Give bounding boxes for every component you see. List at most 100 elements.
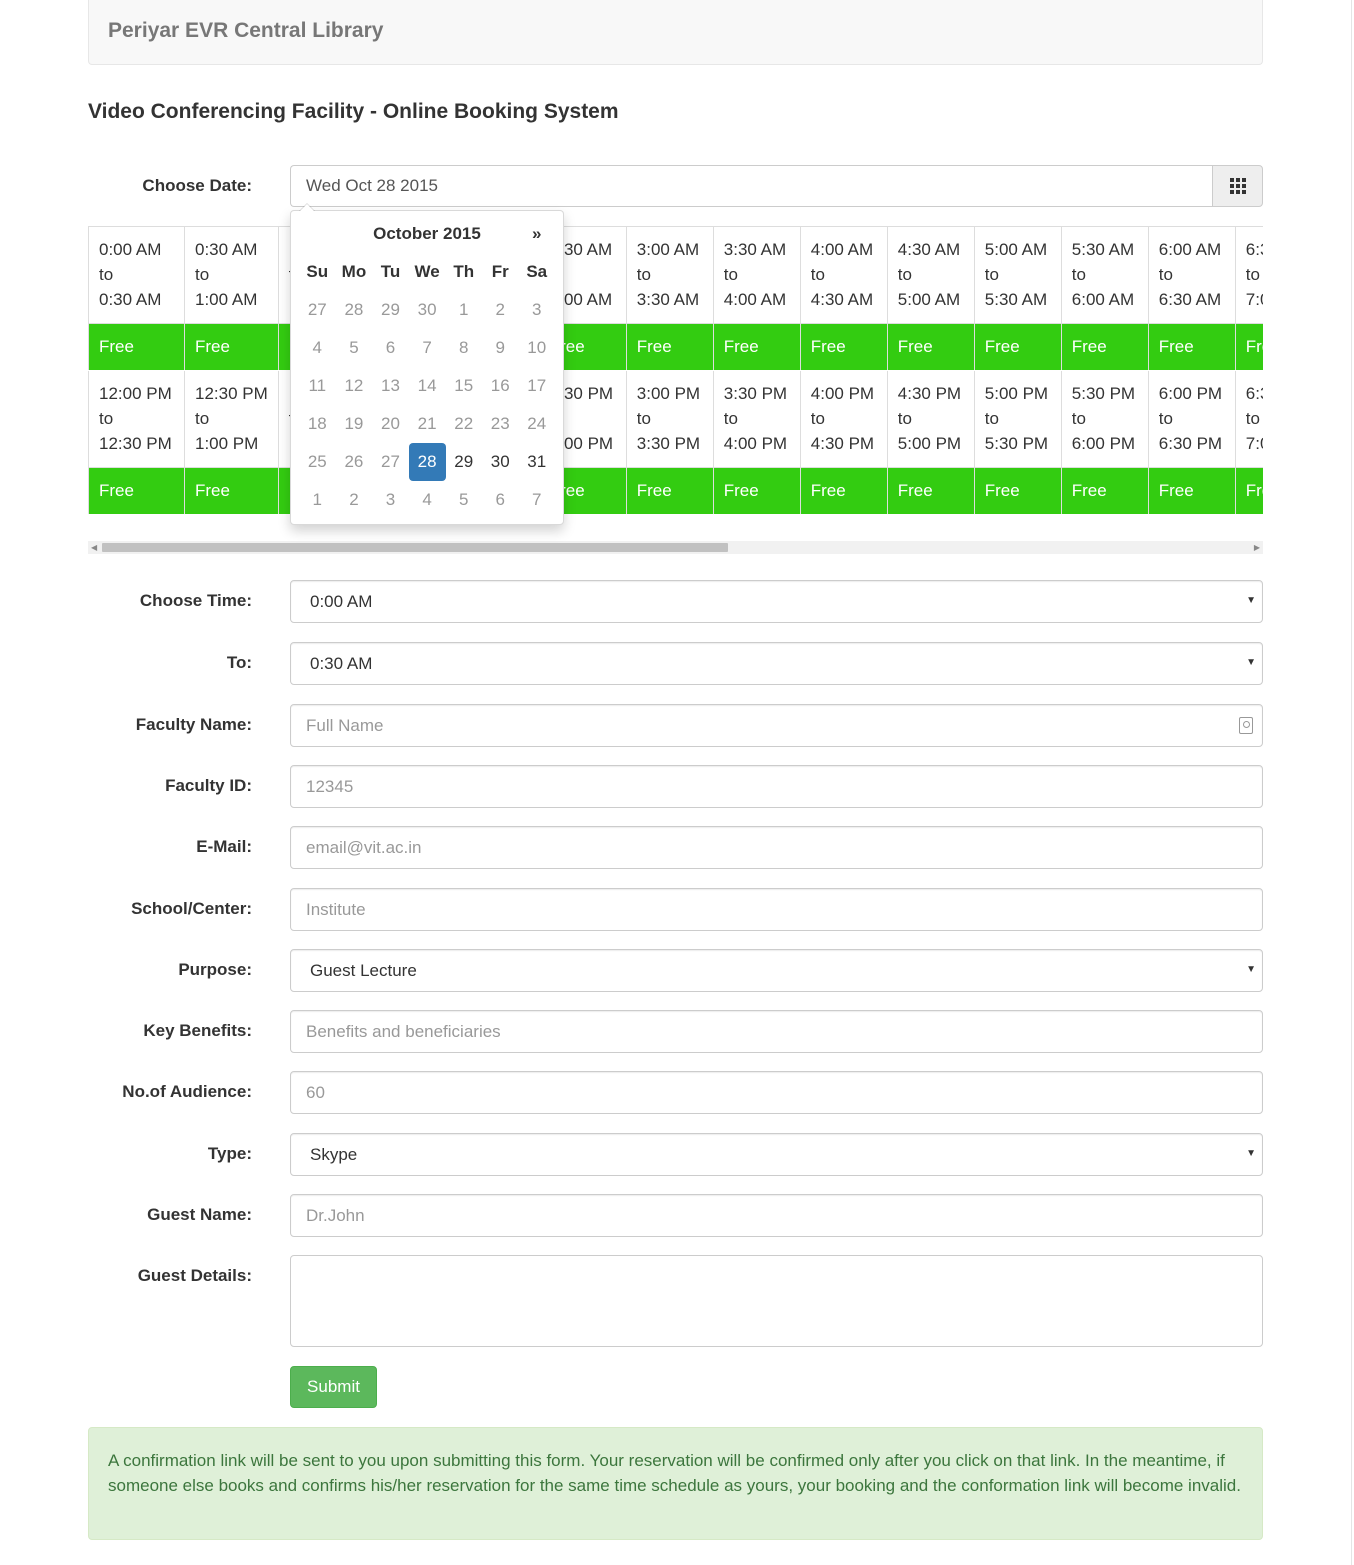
time-slot-cell[interactable]: 4:00 AM to 4:30 AM (799, 226, 888, 324)
datepicker-day[interactable]: 3 (372, 481, 408, 519)
scroll-right-icon[interactable]: ▶ (1254, 541, 1260, 554)
datepicker-day[interactable]: 1 (299, 481, 336, 519)
datepicker-day[interactable]: 26 (336, 443, 373, 481)
weekday-header: Su (306, 262, 329, 281)
datepicker-month-title[interactable]: October 2015 (336, 215, 519, 253)
slot-status-free: Free (973, 467, 1062, 515)
datepicker-day[interactable]: 27 (299, 291, 336, 329)
purpose-select[interactable]: Guest Lecture ▼ (290, 949, 1263, 992)
datepicker-day[interactable]: 5 (446, 481, 483, 519)
scrollbar-thumb[interactable] (102, 543, 728, 552)
scroll-left-icon[interactable]: ◀ (91, 541, 97, 554)
time-slot-cell[interactable]: 6:30 PM to 7:00 PM (1234, 370, 1263, 468)
datepicker-day[interactable]: 27 (372, 443, 408, 481)
time-slot-cell[interactable]: 5:00 AM to 5:30 AM (973, 226, 1062, 324)
datepicker-day[interactable]: 3 (518, 291, 555, 329)
time-slot-cell[interactable]: 0:30 AM to 1:00 AM (184, 226, 279, 324)
time-slot-line: 5:30 PM (1071, 384, 1136, 403)
datepicker-day[interactable]: 24 (518, 405, 555, 443)
time-slot-line: 4:30 AM (897, 240, 961, 259)
datepicker-day[interactable]: 25 (299, 443, 336, 481)
guest-details-textarea[interactable] (290, 1255, 1263, 1347)
submit-button[interactable]: Submit (290, 1366, 377, 1408)
time-slot-cell[interactable]: 4:30 PM to 5:00 PM (886, 370, 975, 468)
time-slot-cell[interactable]: 5:30 AM to 6:00 AM (1060, 226, 1149, 324)
datepicker-day[interactable]: 14 (409, 367, 446, 405)
datepicker-day[interactable]: 1 (446, 291, 483, 329)
datepicker-next-icon[interactable]: » (518, 215, 555, 253)
datepicker-day[interactable]: 28 (336, 291, 373, 329)
time-slot-cell[interactable]: 6:00 AM to 6:30 AM (1147, 226, 1236, 324)
datepicker-day[interactable]: 29 (372, 291, 408, 329)
guest-name-input[interactable]: Dr.John (290, 1194, 1263, 1237)
calendar-button[interactable] (1212, 165, 1263, 207)
email-input[interactable]: email@vit.ac.in (290, 826, 1263, 869)
time-slot-cell[interactable]: 6:00 PM to 6:30 PM (1147, 370, 1236, 468)
datepicker-prev[interactable] (299, 215, 336, 253)
key-benefits-input[interactable]: Benefits and beneficiaries (290, 1010, 1263, 1053)
datepicker-day[interactable]: 2 (336, 481, 373, 519)
datepicker-day[interactable]: 29 (446, 443, 483, 481)
datepicker-day[interactable]: 5 (336, 329, 373, 367)
datepicker-day[interactable]: 20 (372, 405, 408, 443)
time-slot-cell[interactable]: 3:30 PM to 4:00 PM (712, 370, 801, 468)
choose-time-select[interactable]: 0:00 AM ▼ (290, 580, 1263, 623)
datepicker-day[interactable]: 6 (372, 329, 408, 367)
datepicker-day[interactable]: 31 (518, 443, 555, 481)
datepicker-day[interactable]: 7 (518, 481, 555, 519)
datepicker-day[interactable]: 13 (372, 367, 408, 405)
date-input[interactable]: Wed Oct 28 2015 (290, 165, 1213, 207)
faculty-id-placeholder: 12345 (306, 776, 354, 796)
datepicker-day[interactable]: 18 (299, 405, 336, 443)
slot-status-free: Free (799, 467, 888, 515)
time-slot-cell[interactable]: 0:00 AM to 0:30 AM (88, 226, 185, 324)
datepicker-day[interactable]: 17 (518, 367, 555, 405)
datepicker-day[interactable]: 10 (518, 329, 555, 367)
datepicker-day-selected[interactable]: 28 (408, 443, 446, 481)
datepicker-day[interactable]: 23 (482, 405, 518, 443)
weekday-header: Th (453, 262, 475, 281)
datepicker-day[interactable]: 4 (409, 481, 446, 519)
datepicker-day[interactable]: 8 (446, 329, 483, 367)
time-slot-cell[interactable]: 6:30 AM to 7:00 AM (1234, 226, 1263, 324)
datepicker-day[interactable]: 7 (409, 329, 446, 367)
audience-input[interactable]: 60 (290, 1071, 1263, 1114)
time-slot-cell[interactable]: 4:00 PM to 4:30 PM (799, 370, 888, 468)
purpose-value: Guest Lecture (310, 960, 417, 980)
datepicker-day[interactable]: 6 (482, 481, 518, 519)
guest-details-label: Guest Details: (137, 1266, 252, 1285)
time-slot-cell[interactable]: 3:30 AM to 4:00 AM (712, 226, 801, 324)
datepicker-day[interactable]: 4 (299, 329, 336, 367)
time-slot-cell[interactable]: 12:30 PM to 1:00 PM (184, 370, 279, 468)
faculty-id-input[interactable]: 12345 (290, 765, 1263, 808)
audience-label: No.of Audience: (122, 1082, 252, 1101)
time-slot-line: 0:00 AM (99, 240, 162, 259)
time-slot-cell[interactable]: 3:00 AM to 3:30 AM (625, 226, 714, 324)
time-slot-cell[interactable]: 5:00 PM to 5:30 PM (973, 370, 1062, 468)
datepicker-day[interactable]: 12 (336, 367, 373, 405)
slot-status-free: Free (799, 323, 888, 371)
datepicker-day[interactable]: 16 (482, 367, 518, 405)
datepicker-day[interactable]: 9 (482, 329, 518, 367)
datepicker-day[interactable]: 2 (482, 291, 518, 329)
time-slot-cell[interactable]: 3:00 PM to 3:30 PM (625, 370, 714, 468)
time-slot-line: to (897, 409, 912, 428)
faculty-name-input[interactable]: Full Name (290, 704, 1263, 747)
horizontal-scrollbar[interactable]: ◀ ▶ (88, 541, 1263, 554)
navbar: Periyar EVR Central Library (88, 0, 1263, 65)
school-input[interactable]: Institute (290, 888, 1263, 931)
datepicker-day[interactable]: 30 (409, 291, 446, 329)
type-select[interactable]: Skype ▼ (290, 1133, 1263, 1176)
datepicker-day[interactable]: 11 (299, 367, 336, 405)
brand-link[interactable]: Periyar EVR Central Library (108, 19, 383, 43)
to-time-select[interactable]: 0:30 AM ▼ (290, 642, 1263, 685)
datepicker-day[interactable]: 19 (336, 405, 373, 443)
datepicker-day[interactable]: 15 (446, 367, 483, 405)
time-slot-cell[interactable]: 4:30 AM to 5:00 AM (886, 226, 975, 324)
datepicker-day[interactable]: 22 (446, 405, 483, 443)
slot-status-free: Free (1147, 467, 1236, 515)
time-slot-cell[interactable]: 5:30 PM to 6:00 PM (1060, 370, 1149, 468)
datepicker-day[interactable]: 30 (482, 443, 518, 481)
datepicker-day[interactable]: 21 (409, 405, 446, 443)
time-slot-cell[interactable]: 12:00 PM to 12:30 PM (88, 370, 185, 468)
